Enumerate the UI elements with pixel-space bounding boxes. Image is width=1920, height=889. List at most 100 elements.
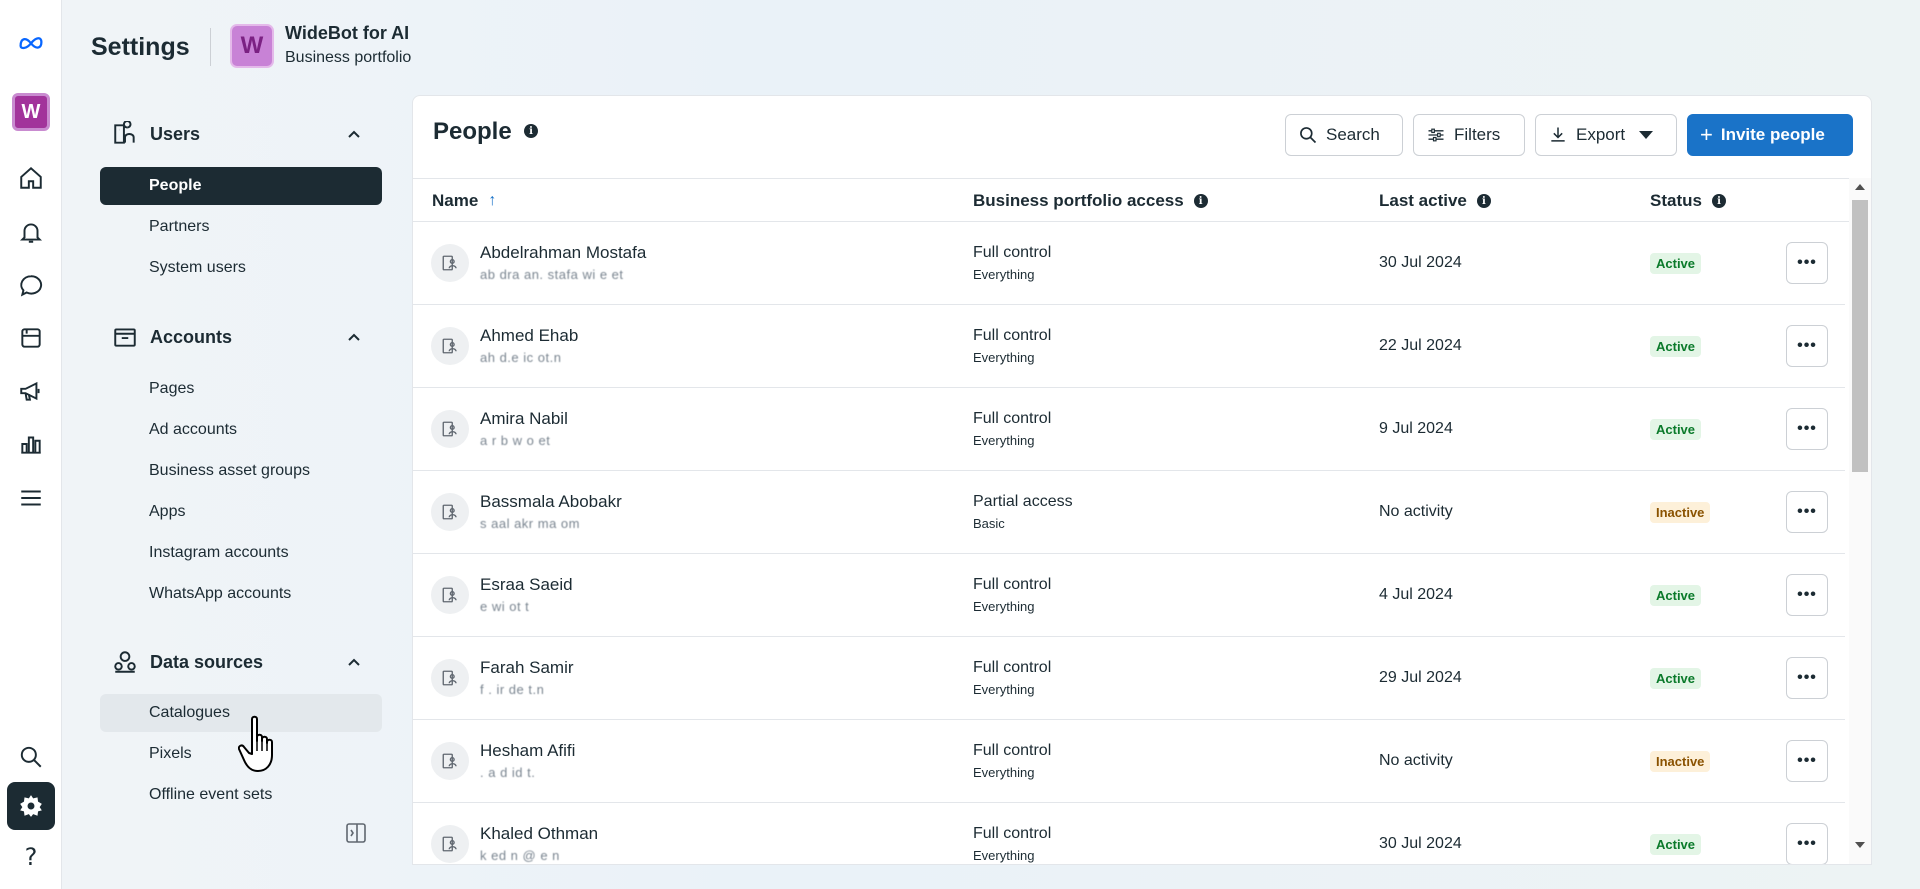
search-icon[interactable] — [7, 733, 55, 781]
table-row[interactable]: Ahmed Ehab ah d.e ic ot.n Full control Ever… — [413, 305, 1845, 388]
meta-logo-icon[interactable] — [7, 18, 55, 66]
table-row[interactable]: Hesham Afifi . a d id t. Full control Every… — [413, 720, 1845, 803]
section-data-sources[interactable]: Data sources — [100, 642, 384, 682]
more-options-button[interactable]: ••• — [1786, 823, 1828, 864]
access-level: Full control — [973, 327, 1052, 344]
user-icon — [431, 327, 469, 365]
home-icon[interactable] — [7, 154, 55, 202]
access-detail: Everything — [973, 267, 1035, 282]
sidebar-item-instagram-accounts[interactable]: Instagram accounts — [100, 534, 382, 572]
info-icon[interactable]: i — [1193, 194, 1208, 208]
sidebar-item-pages[interactable]: Pages — [100, 370, 382, 408]
page-title: Settings — [91, 33, 190, 61]
access-level: Full control — [973, 659, 1052, 676]
user-icon — [431, 825, 469, 863]
sidebar-item-business-asset-groups[interactable]: Business asset groups — [100, 452, 382, 490]
access-level: Full control — [973, 825, 1052, 842]
last-active: 9 Jul 2024 — [1379, 420, 1453, 437]
people-table-body: Abdelrahman Mostafa ab dra an. stafa wi e… — [413, 222, 1845, 864]
invite-people-button[interactable]: + Invite people — [1687, 114, 1853, 156]
user-name[interactable]: Esraa Saeid — [480, 575, 573, 595]
table-scrollbar[interactable] — [1849, 178, 1871, 864]
search-button[interactable]: Search — [1285, 114, 1403, 156]
user-name[interactable]: Amira Nabil — [480, 409, 568, 429]
access-level: Full control — [973, 244, 1052, 261]
chevron-up-icon[interactable] — [346, 126, 362, 142]
business-subtitle: Business portfolio — [285, 49, 412, 66]
chevron-up-icon[interactable] — [346, 329, 362, 345]
sort-ascending-icon[interactable]: ↑ — [488, 192, 496, 210]
chevron-up-icon[interactable] — [346, 654, 362, 670]
help-icon[interactable]: ? — [7, 833, 55, 881]
user-name[interactable]: Hesham Afifi — [480, 741, 575, 761]
access-level: Full control — [973, 410, 1052, 427]
more-options-button[interactable]: ••• — [1786, 740, 1828, 782]
status-badge: Active — [1650, 419, 1702, 440]
bell-icon[interactable] — [7, 208, 55, 256]
gear-icon[interactable] — [7, 782, 55, 830]
user-name[interactable]: Farah Samir — [480, 658, 574, 678]
column-last-active-label: Last active — [1379, 191, 1467, 210]
user-email: s aal akr ma om — [480, 516, 580, 531]
sidebar-item-whatsapp-accounts[interactable]: WhatsApp accounts — [100, 575, 382, 613]
business-avatar[interactable]: W — [7, 88, 55, 136]
info-icon[interactable]: i — [1476, 194, 1491, 208]
last-active: No activity — [1379, 752, 1453, 769]
search-label: Search — [1326, 125, 1380, 144]
section-label: Accounts — [150, 326, 233, 347]
info-icon[interactable]: i — [524, 124, 538, 138]
more-options-button[interactable]: ••• — [1786, 408, 1828, 450]
access-level: Full control — [973, 742, 1052, 759]
export-label: Export — [1576, 125, 1626, 144]
sidebar-item-ad-accounts[interactable]: Ad accounts — [100, 411, 382, 449]
business-avatar-large[interactable]: W — [230, 24, 274, 68]
scroll-down-icon[interactable] — [1855, 842, 1865, 848]
last-active: 30 Jul 2024 — [1379, 835, 1462, 852]
user-email: k ed n @ e n — [480, 848, 560, 863]
table-header: Name ↑ Business portfolio access i Last … — [413, 178, 1853, 222]
sidebar-item-offline-event-sets[interactable]: Offline event sets — [100, 776, 382, 810]
column-access-label: Business portfolio access — [973, 191, 1184, 210]
filters-button[interactable]: Filters — [1413, 114, 1525, 156]
data-sources-icon — [114, 651, 136, 673]
info-icon[interactable]: i — [1711, 194, 1726, 208]
table-row[interactable]: Abdelrahman Mostafa ab dra an. stafa wi e… — [413, 222, 1845, 305]
more-options-button[interactable]: ••• — [1786, 574, 1828, 616]
access-detail: Everything — [973, 682, 1035, 697]
sidebar-item-apps[interactable]: Apps — [100, 493, 382, 531]
table-row[interactable]: Esraa Saeid e wi ot t Full control Everythi… — [413, 554, 1845, 637]
more-options-button[interactable]: ••• — [1786, 657, 1828, 699]
sidebar-item-partners[interactable]: Partners — [100, 208, 382, 246]
user-name[interactable]: Abdelrahman Mostafa — [480, 243, 646, 263]
access-detail: Everything — [973, 599, 1035, 614]
sidebar-item-people[interactable]: People — [100, 167, 382, 205]
export-button[interactable]: Export — [1535, 114, 1677, 156]
table-row[interactable]: Bassmala Abobakr s aal akr ma om Partial a… — [413, 471, 1845, 554]
invite-label: Invite people — [1720, 125, 1825, 144]
business-name[interactable]: WideBot for AI — [285, 23, 409, 44]
more-options-button[interactable]: ••• — [1786, 491, 1828, 533]
table-row[interactable]: Amira Nabil a r b w o et Full control Every… — [413, 388, 1845, 471]
plus-icon: + — [1700, 122, 1713, 147]
more-options-button[interactable]: ••• — [1786, 325, 1828, 367]
megaphone-icon[interactable] — [7, 367, 55, 415]
scroll-up-icon[interactable] — [1855, 184, 1865, 190]
table-row[interactable]: Farah Samir f . ir de t.n Full control Ever… — [413, 637, 1845, 720]
scrollbar-thumb[interactable] — [1852, 200, 1868, 472]
sidebar-item-system-users[interactable]: System users — [100, 249, 382, 287]
table-row[interactable]: Khaled Othman k ed n @ e n Full control Eve… — [413, 803, 1845, 864]
user-name[interactable]: Khaled Othman — [480, 824, 598, 844]
menu-icon[interactable] — [7, 474, 55, 522]
chat-icon[interactable] — [7, 262, 55, 310]
more-options-button[interactable]: ••• — [1786, 242, 1828, 284]
section-accounts[interactable]: Accounts — [100, 317, 384, 357]
column-name[interactable]: Name ↑ — [432, 191, 496, 211]
collapse-sidebar-icon[interactable] — [344, 821, 368, 845]
pages-icon[interactable] — [7, 314, 55, 362]
chart-icon[interactable] — [7, 420, 55, 468]
user-name[interactable]: Bassmala Abobakr — [480, 492, 622, 512]
status-badge: Active — [1650, 668, 1702, 689]
last-active: 29 Jul 2024 — [1379, 669, 1462, 686]
user-name[interactable]: Ahmed Ehab — [480, 326, 578, 346]
section-users[interactable]: Users — [100, 114, 384, 154]
